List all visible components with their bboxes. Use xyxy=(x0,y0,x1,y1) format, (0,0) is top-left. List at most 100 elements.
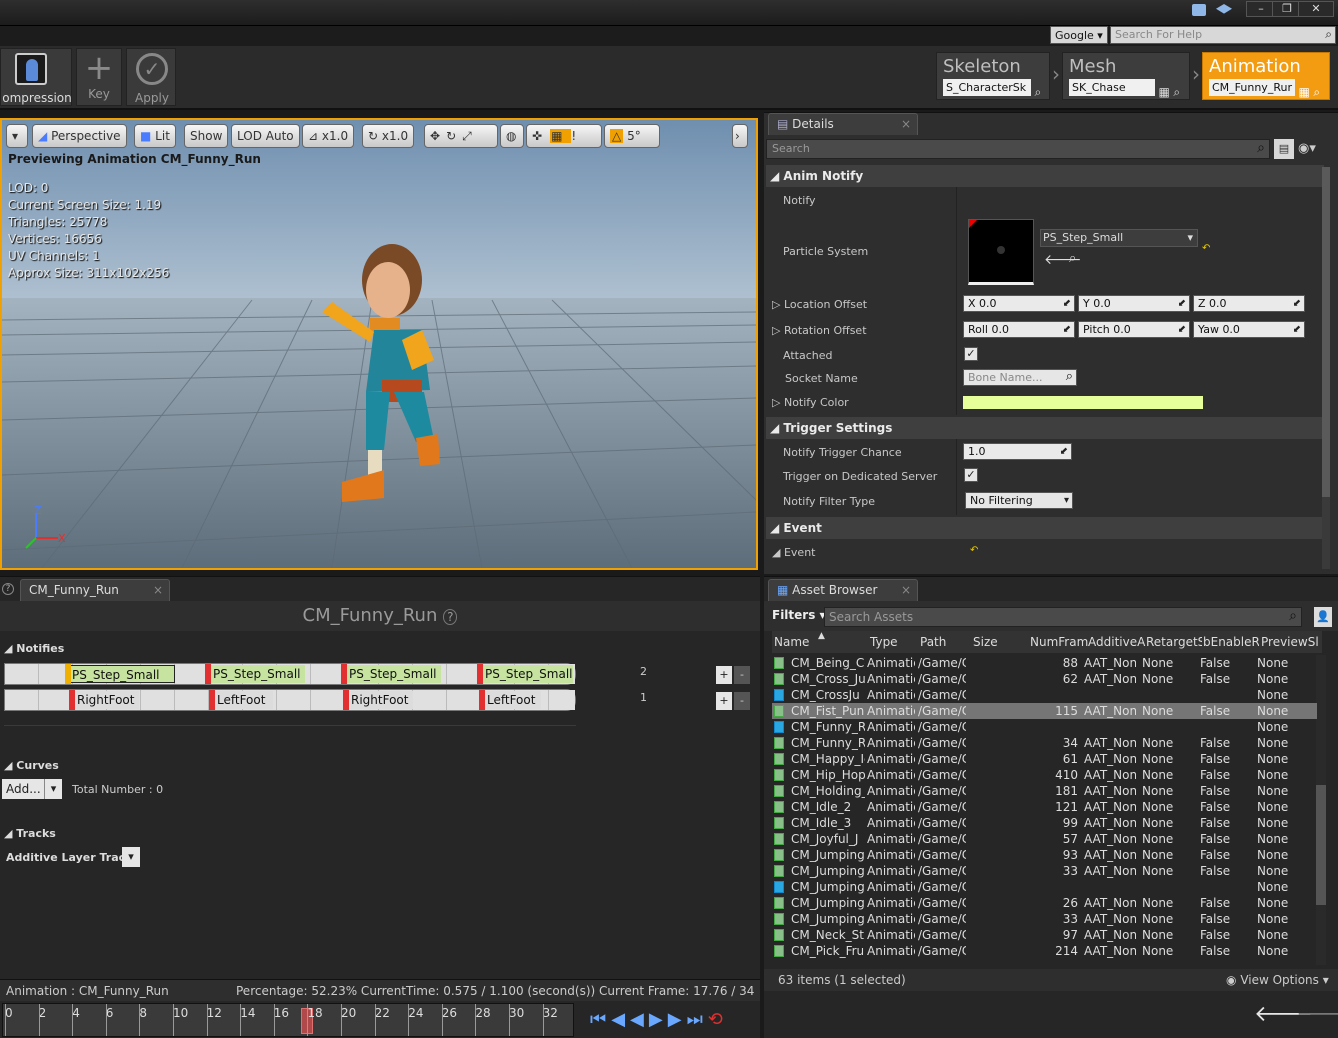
help-icon[interactable]: ? xyxy=(443,609,458,625)
find-icon[interactable]: ⌕ xyxy=(1313,85,1320,99)
skip-start-icon[interactable]: ⏮ xyxy=(590,1009,611,1030)
asset-row[interactable]: CM_Cross_Ju Animatic/Game/C 62 AAT_Non None F… xyxy=(772,671,1317,687)
asset-row[interactable]: CM_Jumping Animatic/Game/C 33 AAT_Non None Fa… xyxy=(772,911,1317,927)
move-icon[interactable]: ✥ xyxy=(430,129,446,143)
notify-color-swatch[interactable] xyxy=(963,396,1203,409)
notify-color-label[interactable]: ▷ Notify Color xyxy=(772,396,849,409)
notify-ps-step-4[interactable]: PS_Step_Small xyxy=(481,665,573,683)
grid-snap-icon[interactable]: ▦ xyxy=(550,129,572,143)
notify-ps-step-1[interactable]: PS_Step_Small xyxy=(67,665,175,683)
asset-search-input[interactable]: Search Assets ⌕ xyxy=(824,607,1302,627)
socket-name-input[interactable]: Bone Name... ⌕ xyxy=(963,369,1077,386)
filters-button[interactable]: Filters ▾ xyxy=(772,608,826,622)
skip-end-icon[interactable]: ⏭ xyxy=(687,1009,708,1030)
breadcrumb-mesh[interactable]: Mesh SK_Chase ▦ ⌕ xyxy=(1062,52,1190,100)
grid-icon[interactable]: ▦ xyxy=(1159,85,1170,99)
rotation-roll-field[interactable]: Roll 0.0 ⬋ xyxy=(963,321,1075,338)
help-icon[interactable]: ? xyxy=(2,583,14,595)
lod-button[interactable]: LOD Auto xyxy=(231,124,300,148)
play-icon[interactable]: ▶ xyxy=(649,1009,668,1030)
remove-track-button[interactable]: - xyxy=(734,692,750,710)
anim-notify-section[interactable]: ◢ Anim Notify xyxy=(766,165,1324,187)
location-x-field[interactable]: X 0.0 ⬋ xyxy=(963,295,1075,312)
column-type[interactable]: Type xyxy=(870,631,898,653)
learn-icon[interactable] xyxy=(1216,4,1232,14)
dedicated-server-checkbox[interactable]: ✓ xyxy=(964,468,978,482)
add-track-button[interactable]: + xyxy=(716,692,732,710)
details-search-input[interactable]: Search ⌕ xyxy=(766,139,1270,159)
attached-checkbox[interactable]: ✓ xyxy=(964,347,978,361)
event-label[interactable]: ◢ Event xyxy=(772,546,815,559)
notifies-header[interactable]: ◢ Notifies xyxy=(4,642,64,655)
chevron-down-icon[interactable]: ▾ xyxy=(44,779,62,799)
grid-icon[interactable]: ▦ xyxy=(1299,85,1310,99)
find-icon[interactable]: ⌕ xyxy=(1035,85,1042,99)
tab-asset-browser[interactable]: ▦ Asset Browser × xyxy=(768,579,918,601)
location-y-field[interactable]: Y 0.0 ⬋ xyxy=(1078,295,1190,312)
breadcrumb-skeleton[interactable]: Skeleton S_CharacterSk ⌕ xyxy=(936,52,1050,100)
perspective-button[interactable]: ◢ Perspective xyxy=(32,124,127,148)
transform-buttons[interactable]: ✥↻⤢ xyxy=(424,124,498,148)
column-additive[interactable]: AdditiveA xyxy=(1088,631,1148,653)
viewport-menu-button[interactable]: ▾ xyxy=(6,124,28,148)
close-tab-icon[interactable]: × xyxy=(901,580,911,600)
details-scrollbar[interactable] xyxy=(1322,167,1330,569)
browse-search-icon[interactable]: ⌕ xyxy=(1069,251,1076,266)
trigger-settings-section[interactable]: ◢ Trigger Settings xyxy=(766,417,1324,439)
column-retarget[interactable]: RetargetS xyxy=(1146,631,1202,653)
column-numframes[interactable]: NumFram xyxy=(1030,631,1090,653)
asset-row[interactable]: CM_Fist_Pun Animatic/Game/C 115 AAT_Non None… xyxy=(772,703,1317,719)
property-matrix-icon[interactable]: ▤ xyxy=(1274,139,1294,159)
asset-row[interactable]: CM_Being_Cc Animatic/Game/C 88 AAT_Non None F… xyxy=(772,655,1317,671)
asset-row[interactable]: CM_Pick_Fru Animatic/Game/C 214 AAT_Non None… xyxy=(772,943,1317,959)
eye-icon[interactable]: ◉▾ xyxy=(1298,141,1316,156)
notify-rightfoot-1[interactable]: RightFoot xyxy=(73,691,139,709)
help-search-input[interactable]: Search For Help ⌕ xyxy=(1110,26,1336,44)
playback-speed-button[interactable]: ⊿ x1.0 xyxy=(302,124,355,148)
asset-row[interactable]: CM_Jumping Animatic/Game/C 26 AAT_Non None Fa… xyxy=(772,895,1317,911)
scale-icon[interactable]: ⤢ xyxy=(462,129,478,143)
turntable-rate-button[interactable]: ↻ x1.0 xyxy=(362,124,415,148)
breadcrumb-animation[interactable]: Animation CM_Funny_Rur ▦ ⌕ xyxy=(1202,52,1330,100)
snap-value-icon[interactable]: ! xyxy=(571,129,584,143)
close-button[interactable]: ✕ xyxy=(1298,1,1334,17)
tab-anim-editor[interactable]: CM_Funny_Run × xyxy=(20,579,170,601)
asset-row[interactable]: CM_Happy_Ic Animatic/Game/C 61 AAT_Non None F… xyxy=(772,751,1317,767)
column-size[interactable]: Size xyxy=(973,631,998,653)
asset-scrollbar[interactable] xyxy=(1316,655,1326,965)
notify-marker[interactable] xyxy=(477,664,483,684)
play-reverse-icon[interactable]: ◀ xyxy=(630,1009,649,1030)
notify-marker[interactable] xyxy=(209,690,215,710)
location-offset-label[interactable]: ▷ Location Offset xyxy=(772,298,867,311)
asset-row[interactable]: CM_Funny_R Animatic/Game/C 34 AAT_Non None Fa… xyxy=(772,735,1317,751)
notify-marker[interactable] xyxy=(343,690,349,710)
snap-surface-icon[interactable]: ✜ xyxy=(532,129,550,143)
location-z-field[interactable]: Z 0.0 ⬋ xyxy=(1193,295,1305,312)
notify-track-2[interactable]: RightFoot LeftFoot RightFoot LeftFoot xyxy=(4,689,576,711)
column-preview[interactable]: PreviewSl xyxy=(1261,631,1321,653)
rotation-offset-label[interactable]: ▷ Rotation Offset xyxy=(772,324,867,337)
notify-track-1[interactable]: PS_Step_Small PS_Step_Small PS_Step_Smal… xyxy=(4,663,576,685)
step-forward-icon[interactable]: ▶ xyxy=(668,1009,687,1030)
curves-header[interactable]: ◢ Curves xyxy=(4,759,59,772)
add-curve-button[interactable]: Add... xyxy=(2,779,44,799)
column-name[interactable]: Name xyxy=(774,631,809,653)
reset-icon[interactable]: ↶ xyxy=(970,545,978,556)
view-options-button[interactable]: ◉ View Options ▾ xyxy=(1226,969,1329,991)
world-local-button[interactable]: ◍ xyxy=(500,124,524,148)
find-icon[interactable]: ⌕ xyxy=(1173,85,1180,99)
asset-row[interactable]: CM_Jumping Animatic/Game/C None xyxy=(772,879,1317,895)
asset-row[interactable]: CM_Funny_R Animatic/Game/C None xyxy=(772,719,1317,735)
notify-leftfoot-2[interactable]: LeftFoot xyxy=(483,691,541,709)
user-icon[interactable]: 👤 xyxy=(1314,607,1332,627)
snap-buttons[interactable]: ✜▦! xyxy=(526,124,602,148)
notify-rightfoot-2[interactable]: RightFoot xyxy=(347,691,413,709)
filter-type-dropdown[interactable]: No Filtering ▾ xyxy=(965,492,1073,509)
tab-details[interactable]: ▤ Details × xyxy=(768,113,918,135)
preview-viewport[interactable]: Z X ▾ ◢ Perspective ■ Lit Show LOD Auto … xyxy=(0,118,758,570)
chat-icon[interactable] xyxy=(1192,4,1206,16)
tracks-header[interactable]: ◢ Tracks xyxy=(4,827,56,840)
search-engine-dropdown[interactable]: Google ▾ xyxy=(1050,26,1108,44)
asset-row[interactable]: CM_Neck_Str Animatic/Game/C 97 AAT_Non None F… xyxy=(772,927,1317,943)
viewport-options-button[interactable]: › xyxy=(732,124,748,148)
